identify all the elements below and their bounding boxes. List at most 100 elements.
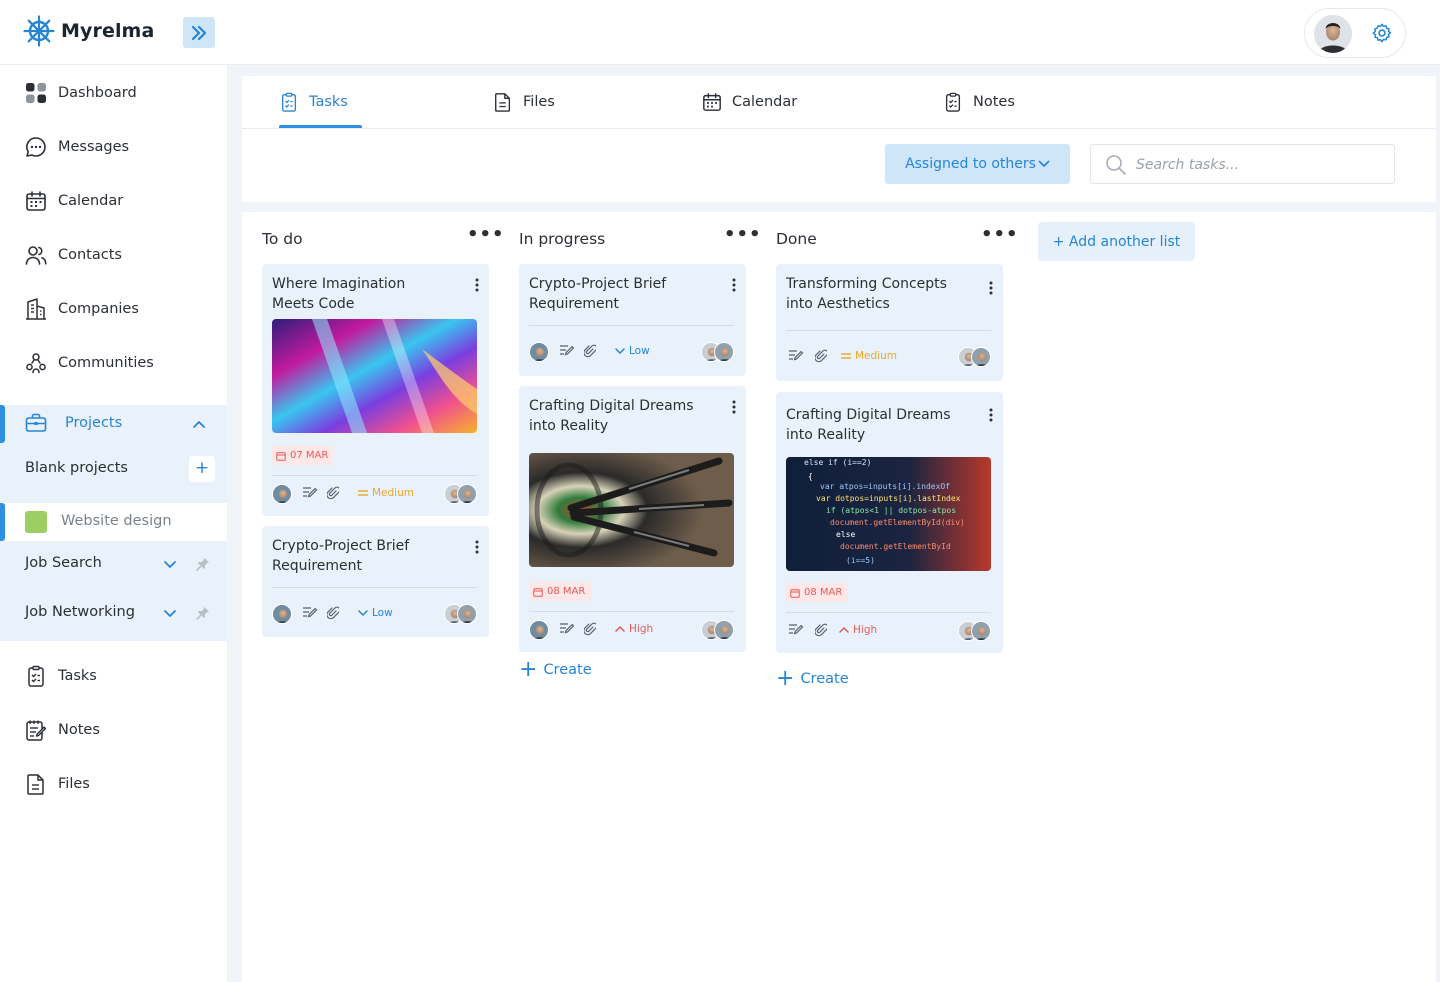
card-title: Crypto-Project Brief Requirement (272, 538, 410, 574)
pin-icon[interactable] (196, 557, 210, 571)
projects-header[interactable]: Projects (0, 405, 227, 443)
kebab-menu-icon[interactable] (732, 400, 736, 414)
task-card[interactable]: Crypto-Project Brief Requirement Low (519, 264, 746, 376)
task-card[interactable]: Crafting Digital Dreams into Reality 08 … (519, 386, 746, 652)
card-footer: Medium (272, 482, 477, 506)
divider (529, 325, 734, 326)
tasks-icon (281, 92, 297, 112)
chevron-down-icon[interactable] (163, 609, 177, 619)
add-list-button[interactable]: + Add another list (1038, 222, 1195, 261)
task-card[interactable]: Crafting Digital Dreams into Reality els… (776, 392, 1003, 653)
sidebar-item-calendar[interactable]: Calendar (0, 181, 227, 221)
column-menu-icon[interactable]: ••• (724, 226, 762, 244)
tab-files[interactable]: Files (493, 76, 555, 128)
paperclip-icon[interactable] (327, 486, 339, 500)
member-avatar[interactable] (971, 347, 991, 367)
task-card[interactable]: Transforming Concepts into Aesthetics Me… (776, 264, 1003, 381)
member-avatar[interactable] (457, 484, 477, 504)
svg-text:if (atpos<1 || dotpos-atpos: if (atpos<1 || dotpos-atpos (826, 506, 956, 515)
assignee-avatar[interactable] (529, 342, 549, 362)
member-avatar[interactable] (971, 621, 991, 641)
sidebar-item-tasks[interactable]: Tasks (0, 656, 227, 696)
dashboard-icon (26, 83, 46, 103)
column-menu-icon[interactable]: ••• (467, 226, 505, 244)
checklist-icon[interactable] (788, 623, 804, 637)
priority-badge: Medium (841, 350, 897, 362)
paperclip-icon[interactable] (327, 606, 339, 620)
checklist-icon[interactable] (302, 606, 318, 620)
kebab-menu-icon[interactable] (475, 540, 479, 554)
sidebar-item-label: Communities (58, 355, 154, 371)
card-footer: Low (272, 602, 477, 626)
tasks-icon (28, 665, 44, 687)
sidebar-item-contacts[interactable]: Contacts (0, 235, 227, 275)
card-cover-image: else if (i==2) { var atpos=inputs[i].ind… (786, 457, 991, 571)
checklist-icon[interactable] (559, 622, 575, 636)
column-menu-icon[interactable]: ••• (981, 226, 1019, 244)
assignee-avatar[interactable] (272, 484, 292, 504)
project-group-label: Job Search (25, 555, 102, 571)
create-card-button[interactable]: + Create (776, 668, 849, 690)
priority-label: High (629, 623, 654, 635)
add-project-button[interactable]: + (189, 456, 215, 482)
task-card[interactable]: Where Imagination Meets Code 07 MAR Medi… (262, 264, 489, 516)
tab-calendar[interactable]: Calendar (702, 76, 797, 128)
project-item-website-design[interactable]: Website design (0, 503, 227, 541)
assigned-filter-dropdown[interactable]: Assigned to others (885, 144, 1070, 184)
chevron-down-icon[interactable] (163, 560, 177, 570)
active-indicator (0, 405, 5, 443)
paperclip-icon[interactable] (584, 622, 596, 636)
create-card-button[interactable]: + Create (519, 657, 592, 682)
kebab-menu-icon[interactable] (475, 278, 479, 292)
member-avatar[interactable] (714, 342, 734, 362)
member-avatar[interactable] (714, 620, 734, 640)
paperclip-icon[interactable] (584, 344, 596, 358)
kebab-menu-icon[interactable] (732, 278, 736, 292)
project-group-job-search[interactable]: Job Search (0, 546, 227, 582)
paperclip-icon[interactable] (815, 623, 827, 637)
priority-badge: Medium (358, 487, 414, 499)
sidebar-item-notes[interactable]: Notes (0, 710, 227, 750)
ship-wheel-icon (23, 15, 55, 47)
sidebar-item-dashboard[interactable]: Dashboard (0, 73, 227, 113)
checklist-icon[interactable] (302, 486, 318, 500)
pin-icon[interactable] (196, 606, 210, 620)
projects-label: Projects (65, 415, 123, 431)
plus-icon: + (519, 657, 538, 682)
card-title: Crafting Digital Dreams into Reality (786, 407, 951, 443)
sidebar-toggle-button[interactable] (183, 17, 215, 48)
checklist-icon[interactable] (788, 349, 804, 363)
sidebar-item-communities[interactable]: Communities (0, 343, 227, 383)
priority-badge: Low (358, 607, 393, 619)
member-avatar[interactable] (457, 604, 477, 624)
paperclip-icon[interactable] (815, 349, 827, 363)
app-logo[interactable]: Myrelma (23, 15, 154, 47)
projects-section: Projects Blank projects + Website design… (0, 405, 227, 641)
calendar-icon (703, 93, 721, 111)
sidebar-item-files[interactable]: Files (0, 764, 227, 804)
briefcase-icon (25, 413, 47, 432)
chevron-up-icon[interactable] (192, 419, 206, 429)
calendar-icon (533, 587, 543, 597)
project-group-job-networking[interactable]: Job Networking (0, 595, 227, 631)
checklist-icon[interactable] (559, 344, 575, 358)
settings-button[interactable] (1371, 22, 1393, 44)
assignee-avatar[interactable] (529, 620, 549, 640)
kebab-menu-icon[interactable] (989, 408, 993, 422)
project-color-swatch (25, 511, 47, 533)
assignee-avatar[interactable] (272, 604, 292, 624)
chevron-down-icon (358, 610, 368, 617)
user-avatar[interactable] (1314, 15, 1352, 53)
tab-tasks[interactable]: Tasks (279, 76, 348, 128)
svg-text:(i==5): (i==5) (846, 556, 875, 565)
tab-notes[interactable]: Notes (943, 76, 1015, 128)
sidebar-item-messages[interactable]: Messages (0, 127, 227, 167)
sidebar-item-companies[interactable]: Companies (0, 289, 227, 329)
svg-text:{: { (808, 472, 813, 481)
svg-text:document.getElementById: document.getElementById (840, 542, 951, 551)
kebab-menu-icon[interactable] (989, 281, 993, 295)
search-input[interactable] (1136, 154, 1381, 176)
priority-label: Low (629, 345, 650, 357)
user-menu (1304, 8, 1406, 58)
task-card[interactable]: Crypto-Project Brief Requirement Low (262, 526, 489, 637)
